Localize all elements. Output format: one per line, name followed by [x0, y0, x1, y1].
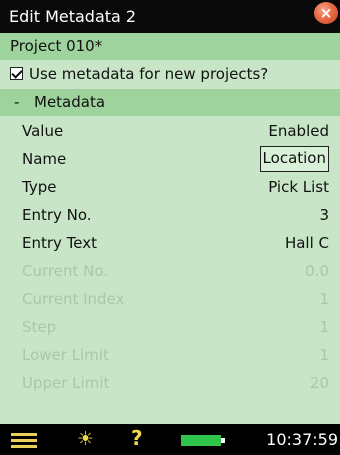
battery-icon[interactable] [181, 435, 225, 446]
property-row-value[interactable]: Value Enabled [0, 117, 340, 145]
close-icon: × [319, 4, 333, 22]
menu-icon[interactable] [11, 433, 37, 448]
property-row-current-no: Current No. 0.0 [0, 257, 340, 285]
metadata-panel: Project 010* Use metadata for new projec… [0, 33, 340, 424]
project-name: Project 010* [10, 37, 103, 55]
property-label: Name [22, 150, 67, 168]
property-label: Entry Text [22, 234, 98, 252]
collapse-icon[interactable]: - [14, 89, 26, 116]
property-value[interactable]: Hall C [285, 229, 329, 257]
help-icon[interactable]: ? [131, 427, 143, 449]
property-row-entry-no[interactable]: Entry No. 3 [0, 201, 340, 229]
property-value: 1 [319, 346, 329, 364]
window-title: Edit Metadata 2 [9, 7, 137, 26]
clock[interactable]: 10:37:59 [266, 424, 338, 455]
property-value: 1 [319, 318, 329, 336]
use-metadata-checkbox[interactable] [10, 67, 23, 80]
property-row-current-index: Current Index 1 [0, 285, 340, 313]
use-metadata-option[interactable]: Use metadata for new projects? [0, 60, 340, 89]
property-label: Current No. [22, 262, 109, 280]
property-row-entry-text[interactable]: Entry Text Hall C [0, 229, 340, 257]
property-value[interactable]: 3 [319, 201, 329, 229]
property-row-upper-limit: Upper Limit 20 [0, 369, 340, 397]
property-label: Type [22, 178, 57, 196]
property-value[interactable]: Enabled [268, 117, 329, 145]
backlight-icon[interactable]: ☀ [77, 429, 94, 449]
property-row-lower-limit: Lower Limit 1 [0, 341, 340, 369]
property-label: Current Index [22, 290, 125, 308]
project-row[interactable]: Project 010* [0, 33, 340, 60]
use-metadata-label: Use metadata for new projects? [29, 65, 269, 83]
property-row-step: Step 1 [0, 313, 340, 341]
section-title: Metadata [34, 93, 106, 111]
edit-metadata-screen: Edit Metadata 2 × Project 010* Use metad… [0, 0, 340, 455]
property-label: Lower Limit [22, 346, 109, 364]
metadata-section-header[interactable]: - Metadata [0, 89, 340, 116]
title-bar: Edit Metadata 2 × [0, 0, 340, 33]
close-button[interactable]: × [314, 2, 338, 24]
property-label: Step [22, 318, 57, 336]
name-field[interactable]: Location [259, 146, 329, 172]
property-value: 0.0 [305, 262, 329, 280]
property-value: 1 [319, 290, 329, 308]
property-label: Entry No. [22, 206, 92, 224]
property-label: Upper Limit [22, 374, 110, 392]
property-value: 20 [309, 374, 329, 392]
property-value[interactable]: Pick List [268, 173, 329, 201]
property-row-type[interactable]: Type Pick List [0, 173, 340, 201]
property-row-name[interactable]: Name Location [0, 145, 340, 173]
taskbar: ☀ ? 10:37:59 [0, 424, 340, 455]
property-label: Value [22, 122, 64, 140]
